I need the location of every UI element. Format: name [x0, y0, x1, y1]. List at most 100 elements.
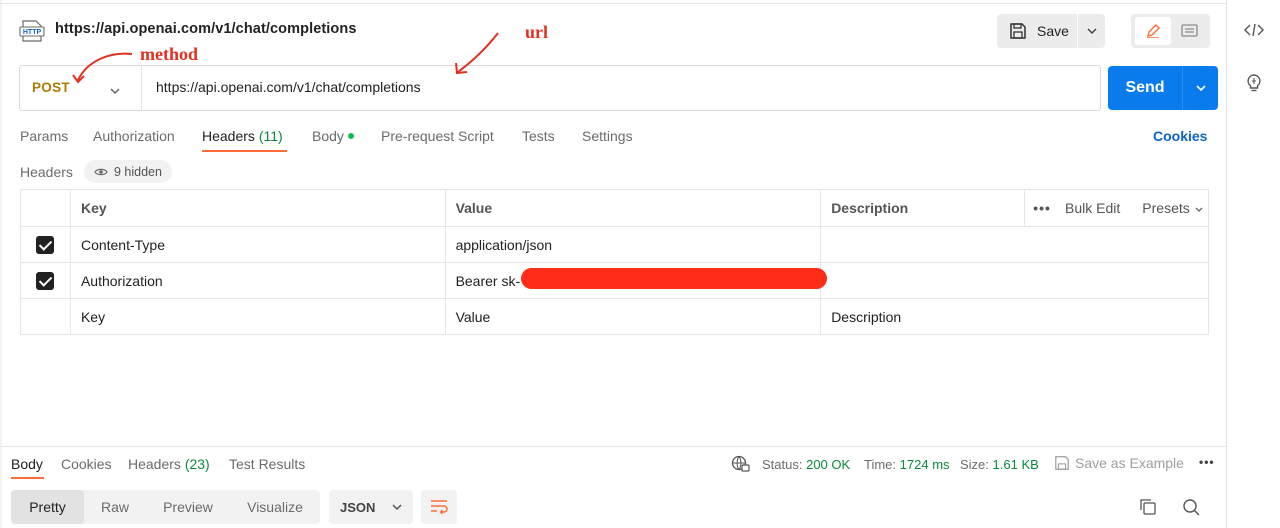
- response-status[interactable]: Status: 200 OK: [762, 457, 850, 472]
- status-label: Status:: [762, 457, 803, 472]
- headers-section-label: Headers: [20, 164, 73, 180]
- tab-settings[interactable]: Settings: [582, 128, 633, 144]
- view-pretty-button[interactable]: Pretty: [11, 490, 84, 524]
- request-title[interactable]: https://api.openai.com/v1/chat/completio…: [55, 21, 357, 37]
- response-tab-headers-count: (23): [184, 456, 210, 472]
- response-time[interactable]: Time: 1724 ms: [864, 457, 950, 472]
- save-icon: [1055, 456, 1069, 470]
- comment-mode-button[interactable]: [1172, 17, 1206, 45]
- hidden-headers-toggle[interactable]: 9 hidden: [84, 160, 172, 183]
- http-file-icon: HTTP: [19, 18, 45, 44]
- table-row: Content-Type application/json: [20, 226, 1209, 263]
- url-divider: [141, 66, 142, 110]
- tab-headers-count: (11): [258, 128, 283, 144]
- header-description-cell[interactable]: [820, 262, 1209, 299]
- annotation-method: method: [140, 44, 198, 64]
- send-options-button[interactable]: [1182, 66, 1218, 110]
- column-key: Key: [69, 189, 446, 227]
- tab-headers[interactable]: Headers (11): [202, 128, 283, 144]
- save-icon: [1010, 23, 1026, 39]
- tab-strip-border: [0, 0, 1226, 4]
- response-active-tab-indicator: [11, 477, 44, 479]
- tab-pre-request-script[interactable]: Pre-request Script: [381, 128, 494, 144]
- body-indicator-dot: [347, 133, 354, 140]
- pencil-icon: [1147, 24, 1160, 38]
- presets-dropdown[interactable]: Presets: [1142, 200, 1203, 216]
- select-column: [20, 189, 71, 227]
- response-size[interactable]: Size: 1.61 KB: [960, 457, 1039, 472]
- header-description-cell[interactable]: [820, 226, 1209, 263]
- chevron-down-icon: [1086, 28, 1097, 35]
- table-header-row: Key Value Description ••• Bulk Edit Pres…: [20, 189, 1209, 227]
- chevron-down-icon: [1195, 207, 1203, 212]
- header-value-cell[interactable]: application/json: [444, 226, 822, 263]
- format-label: JSON: [340, 499, 376, 515]
- header-key-cell[interactable]: Authorization: [69, 262, 446, 299]
- new-description-input[interactable]: Description: [820, 298, 1209, 335]
- time-label: Time:: [864, 457, 897, 472]
- edit-mode-button[interactable]: [1135, 17, 1171, 45]
- send-button[interactable]: Send: [1108, 66, 1182, 110]
- eye-icon: [94, 168, 108, 175]
- size-value: 1.61 KB: [992, 457, 1039, 472]
- wrap-lines-button[interactable]: [421, 490, 457, 524]
- table-row-new: Key Value Description: [20, 298, 1209, 335]
- comment-icon: [1180, 23, 1198, 37]
- wrap-icon: [431, 500, 448, 515]
- size-label: Size:: [960, 457, 989, 472]
- format-select[interactable]: JSON: [329, 490, 413, 524]
- method-select[interactable]: POST: [32, 80, 70, 95]
- url-input[interactable]: https://api.openai.com/v1/chat/completio…: [156, 79, 421, 95]
- left-edge: [0, 0, 2, 528]
- response-tab-headers-label: Headers: [128, 456, 181, 472]
- response-more-icon[interactable]: •••: [1199, 455, 1215, 469]
- annotation-url: url: [525, 22, 549, 42]
- row-enabled-checkbox[interactable]: [36, 271, 55, 290]
- tab-body-label: Body: [312, 128, 344, 144]
- view-visualize-button[interactable]: Visualize: [232, 490, 318, 524]
- tab-authorization[interactable]: Authorization: [93, 128, 175, 144]
- right-sidebar: [1226, 0, 1280, 528]
- annotation-arrow-method: [72, 52, 133, 84]
- svg-text:HTTP: HTTP: [23, 29, 42, 36]
- search-icon[interactable]: [1182, 498, 1201, 522]
- api-key-redaction: [521, 268, 827, 289]
- header-key-cell[interactable]: Content-Type: [69, 226, 446, 263]
- new-value-input[interactable]: Value: [444, 298, 822, 335]
- view-raw-button[interactable]: Raw: [86, 490, 144, 524]
- response-tab-body[interactable]: Body: [11, 456, 43, 472]
- tab-headers-label: Headers: [202, 128, 255, 144]
- table-tools: ••• Bulk Edit Presets: [1024, 189, 1209, 227]
- chevron-down-icon: [1195, 85, 1206, 92]
- view-preview-button[interactable]: Preview: [148, 490, 228, 524]
- globe-icon[interactable]: [731, 455, 750, 478]
- row-enabled-checkbox[interactable]: [36, 235, 55, 254]
- copy-icon[interactable]: [1139, 498, 1157, 521]
- code-icon[interactable]: [1244, 22, 1264, 43]
- tab-params[interactable]: Params: [20, 128, 68, 144]
- cookies-link[interactable]: Cookies: [1153, 128, 1207, 144]
- bulk-edit-button[interactable]: Bulk Edit: [1065, 200, 1120, 216]
- postman-request-editor: HTTP https://api.openai.com/v1/chat/comp…: [0, 0, 1280, 528]
- time-value: 1724 ms: [899, 457, 950, 472]
- new-key-input[interactable]: Key: [69, 298, 446, 335]
- headers-table: Key Value Description ••• Bulk Edit Pres…: [20, 189, 1209, 335]
- save-button[interactable]: Save: [997, 14, 1077, 48]
- active-tab-indicator: [202, 150, 287, 152]
- column-value: Value: [444, 189, 822, 227]
- column-description: Description: [820, 189, 1025, 227]
- response-tab-headers[interactable]: Headers (23): [128, 456, 210, 472]
- save-options-button[interactable]: [1078, 14, 1105, 48]
- presets-label: Presets: [1142, 200, 1190, 216]
- lightbulb-icon[interactable]: [1245, 72, 1263, 99]
- status-value: 200 OK: [806, 457, 851, 472]
- response-divider: [2, 446, 1226, 447]
- save-label: Save: [1037, 23, 1069, 39]
- save-as-example-button[interactable]: Save as Example: [1054, 455, 1184, 471]
- more-options-icon[interactable]: •••: [1025, 200, 1059, 216]
- tab-body[interactable]: Body: [312, 128, 354, 144]
- response-tab-cookies[interactable]: Cookies: [61, 456, 112, 472]
- response-tab-test-results[interactable]: Test Results: [229, 456, 305, 472]
- tab-tests[interactable]: Tests: [522, 128, 555, 144]
- chevron-down-icon: [392, 504, 402, 511]
